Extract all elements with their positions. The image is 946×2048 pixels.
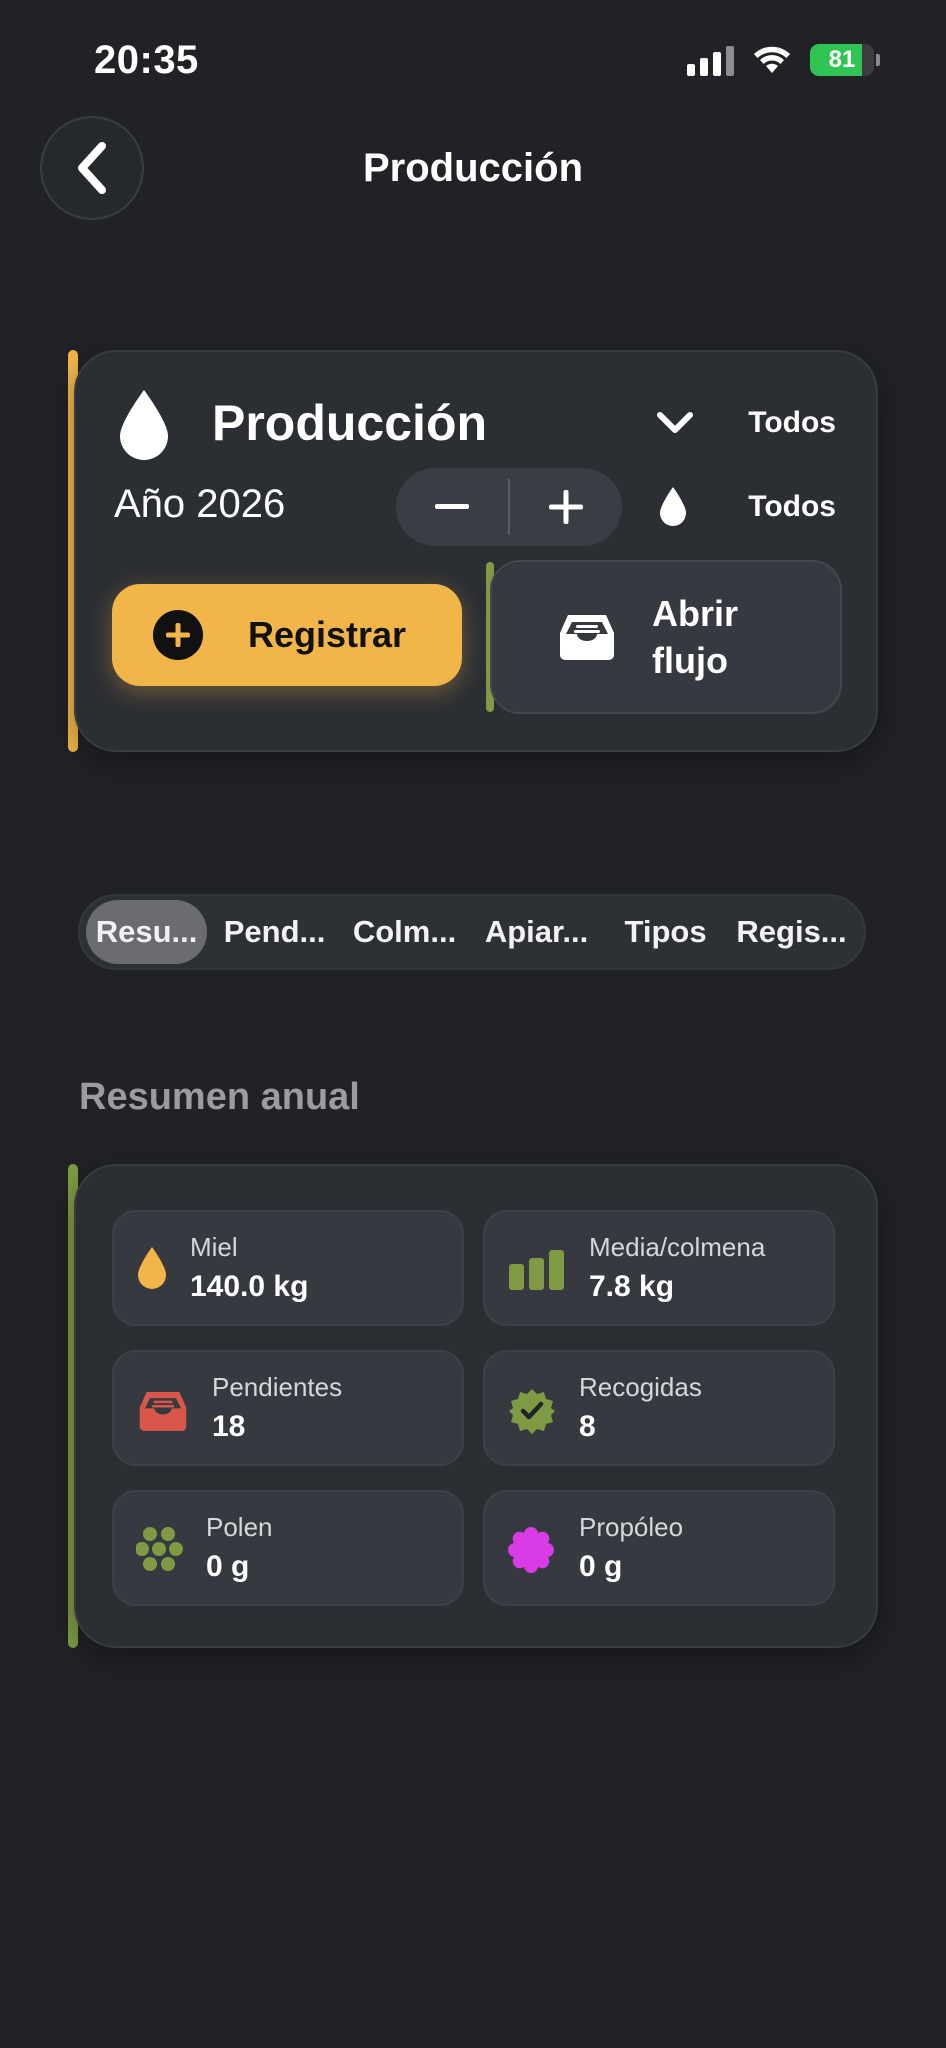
tab-apiarios[interactable]: Apiar... — [467, 900, 606, 964]
summary-card: Miel 140.0 kg Media/colmena 7.8 kg Pendi… — [74, 1164, 878, 1648]
open-flow-label: Abrir flujo — [652, 593, 739, 681]
increment-year-button[interactable] — [510, 468, 622, 546]
tab-colmenas[interactable]: Colm... — [342, 900, 467, 964]
decrement-year-button[interactable] — [396, 468, 508, 546]
tray-icon — [560, 615, 614, 660]
section-tabs: Resu... Pend... Colm... Apiar... Tipos R… — [78, 894, 866, 970]
status-icons: 81 — [687, 44, 880, 76]
stat-miel: Miel 140.0 kg — [112, 1210, 464, 1326]
product-filter-label: Todos — [748, 490, 836, 523]
status-time: 20:35 — [94, 38, 199, 82]
plus-icon — [549, 490, 583, 524]
wifi-icon — [754, 46, 790, 73]
tab-tipos[interactable]: Tipos — [606, 900, 725, 964]
stat-value: 8 — [579, 1410, 596, 1443]
stat-pendientes: Pendientes 18 — [112, 1350, 464, 1466]
stat-value: 0 g — [579, 1550, 623, 1583]
water-drop-icon — [660, 487, 686, 526]
year-label: Año 2026 — [114, 482, 286, 526]
type-filter-label: Todos — [748, 406, 836, 439]
production-card: Producción Todos Año 2026 Todos Registra… — [74, 350, 878, 752]
plus-circle-icon — [153, 610, 203, 660]
register-label: Registrar — [248, 614, 407, 655]
stat-value: 7.8 kg — [589, 1270, 675, 1303]
open-flow-button[interactable]: Abrir flujo — [490, 560, 842, 714]
type-filter[interactable]: Todos — [656, 406, 836, 440]
stat-polen: Polen 0 g — [112, 1490, 464, 1606]
stat-label: Recogidas — [579, 1372, 702, 1402]
battery-icon: 81 — [810, 44, 874, 76]
stat-value: 18 — [212, 1410, 246, 1443]
cellular-signal-icon — [687, 44, 734, 76]
stat-label: Propóleo — [579, 1512, 684, 1542]
tab-resumen[interactable]: Resu... — [86, 900, 208, 964]
tab-pendientes[interactable]: Pend... — [207, 900, 342, 964]
stat-propoleo: Propóleo 0 g — [483, 1490, 835, 1606]
stat-media-colmena: Media/colmena 7.8 kg — [483, 1210, 835, 1326]
stat-value: 140.0 kg — [190, 1270, 309, 1303]
water-drop-icon — [120, 390, 168, 460]
register-button[interactable]: Registrar — [112, 584, 462, 686]
minus-icon — [435, 504, 469, 509]
bar-chart-icon — [509, 1250, 564, 1290]
tray-icon — [139, 1392, 187, 1431]
page-title: Producción — [362, 146, 584, 190]
battery-level: 81 — [828, 46, 856, 73]
year-stepper — [396, 468, 622, 546]
tab-registros[interactable]: Regis... — [725, 900, 858, 964]
chevron-down-icon — [657, 412, 693, 433]
screen: 20:35 81 Producción Producción Todos Año… — [0, 0, 946, 2048]
product-filter[interactable]: Todos — [658, 486, 836, 528]
propolis-icon — [508, 1527, 554, 1573]
stat-label: Miel — [190, 1232, 238, 1262]
stat-value: 0 g — [206, 1550, 250, 1583]
check-badge-icon — [509, 1389, 555, 1434]
stat-label: Polen — [206, 1512, 273, 1542]
pollen-icon — [136, 1527, 183, 1571]
stat-recogidas: Recogidas 8 — [483, 1350, 835, 1466]
stat-label: Pendientes — [212, 1372, 343, 1402]
honey-drop-icon — [138, 1247, 166, 1289]
production-title: Producción — [212, 395, 488, 451]
section-title: Resumen anual — [79, 1076, 360, 1118]
stat-label: Media/colmena — [589, 1232, 766, 1262]
